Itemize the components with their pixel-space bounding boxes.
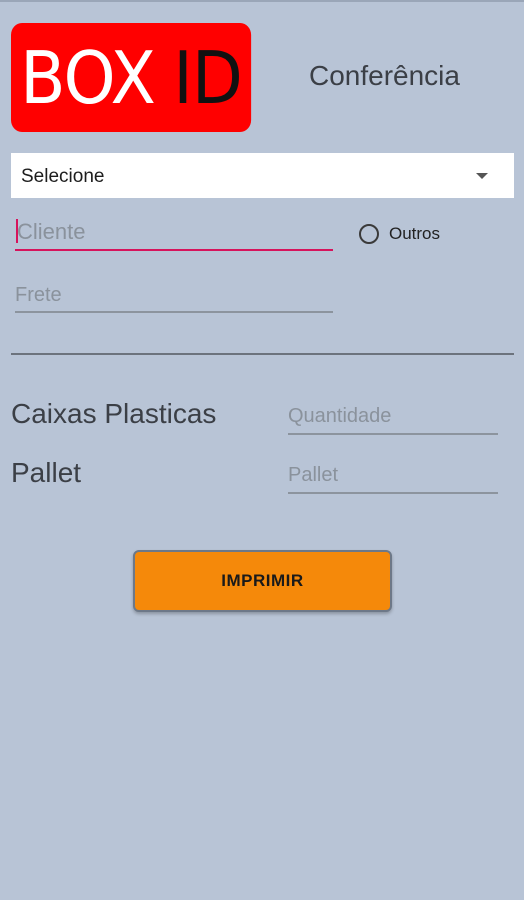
selection-dropdown[interactable]: Selecione xyxy=(11,153,514,198)
section-divider xyxy=(11,353,514,355)
pallet-input[interactable] xyxy=(288,463,498,488)
quantidade-input[interactable] xyxy=(288,404,498,429)
quantidade-field[interactable] xyxy=(288,404,498,435)
outros-radio-button[interactable] xyxy=(359,224,379,244)
outros-label: Outros xyxy=(389,224,441,243)
cliente-input[interactable] xyxy=(15,218,335,246)
cliente-field[interactable] xyxy=(15,218,335,251)
caixas-plasticas-label: Caixas Plasticas xyxy=(11,398,217,429)
pallet-field[interactable] xyxy=(288,463,498,494)
pallet-underline xyxy=(288,492,498,494)
logo-word-box: BOX xyxy=(20,35,156,120)
pallet-label: Pallet xyxy=(11,457,82,488)
cliente-underline xyxy=(15,249,333,251)
top-edge xyxy=(0,0,524,2)
outros-radio-option[interactable]: Outros xyxy=(359,224,440,244)
frete-field[interactable] xyxy=(15,283,333,313)
dropdown-arrow-icon xyxy=(476,173,488,179)
screen-title: Conferência xyxy=(309,60,460,91)
imprimir-button[interactable]: IMPRIMIR xyxy=(133,550,392,612)
dropdown-value: Selecione xyxy=(21,166,105,187)
logo-word-id: ID xyxy=(173,35,243,120)
text-cursor xyxy=(16,219,18,243)
box-id-logo: BOX ID xyxy=(11,23,252,132)
quantidade-underline xyxy=(288,433,498,435)
frete-input[interactable] xyxy=(15,283,333,307)
frete-underline xyxy=(15,311,333,313)
